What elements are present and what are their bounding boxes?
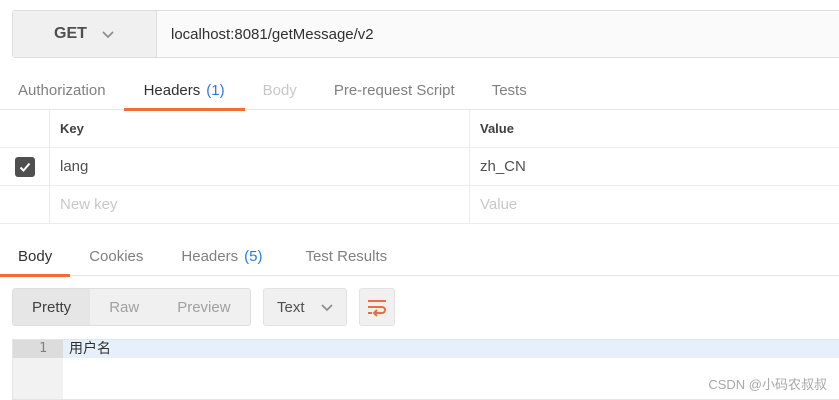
header-enabled-checkbox[interactable] [14,156,35,177]
url-input[interactable] [157,11,839,57]
tab-count: (5) [244,247,263,265]
tab-count: (1) [206,81,225,99]
tab-label: Test Results [305,247,388,265]
new-value-field[interactable]: Value [470,186,839,223]
table-row: lang zh_CN [0,148,839,186]
table-header-row: Key Value [0,110,839,148]
tab-label: Authorization [18,81,106,99]
tab-response-headers[interactable]: Headers (5) [181,236,262,276]
tab-label: Tests [491,81,527,99]
format-dropdown[interactable]: Text [263,288,347,326]
tab-label: Pre-request Script [333,81,455,99]
table-row-new: New key Value [0,186,839,224]
tab-label: Body [18,247,53,265]
tab-label: Headers [181,247,239,265]
checkbox-column-header [0,110,50,147]
tab-label: Cookies [89,247,144,265]
response-tabs: Body Cookies Headers (5) Test Results [0,236,839,277]
view-mode-group: Pretty Raw Preview [12,288,251,326]
new-key-field[interactable]: New key [50,186,470,223]
tab-cookies[interactable]: Cookies [89,236,143,276]
method-label: GET [54,25,87,42]
row-checkbox-cell [0,186,50,223]
header-value-field[interactable]: zh_CN [470,148,839,185]
view-preview-button[interactable]: Preview [158,289,249,325]
tab-pre-request-script[interactable]: Pre-request Script [334,70,455,110]
request-url-bar: GET [12,10,839,58]
request-tabs: Authorization Headers (1) Body Pre-reque… [0,70,839,111]
tab-body[interactable]: Body [263,70,297,110]
tab-label: Body [262,81,297,99]
watermark: CSDN @小码农叔叔 [708,377,827,392]
tab-authorization[interactable]: Authorization [18,70,106,110]
view-raw-button[interactable]: Raw [90,289,158,325]
view-pretty-button[interactable]: Pretty [13,289,91,325]
header-key-field[interactable]: lang [50,148,470,185]
headers-table: Key Value lang zh_CN New key Value [0,110,839,224]
chevron-down-icon [321,304,333,312]
wrap-lines-icon [368,300,386,317]
code-line: 1 用户名 [13,340,839,358]
line-content: 用户名 [69,341,111,357]
tab-test-results[interactable]: Test Results [305,236,387,276]
line-number: 1 [13,340,63,358]
checkmark-icon [19,162,30,172]
response-toolbar: Pretty Raw Preview Text [12,288,395,326]
method-dropdown[interactable]: GET [13,11,157,57]
chevron-down-icon [102,31,114,39]
tab-response-body[interactable]: Body [0,236,71,277]
key-column-header: Key [50,110,470,147]
wrap-lines-button[interactable] [359,288,395,326]
format-label: Text [277,298,305,316]
tab-label: Headers [143,81,201,99]
value-column-header: Value [480,121,514,136]
tab-tests[interactable]: Tests [492,70,527,110]
tab-headers[interactable]: Headers (1) [123,70,245,111]
row-checkbox-cell [0,148,50,185]
